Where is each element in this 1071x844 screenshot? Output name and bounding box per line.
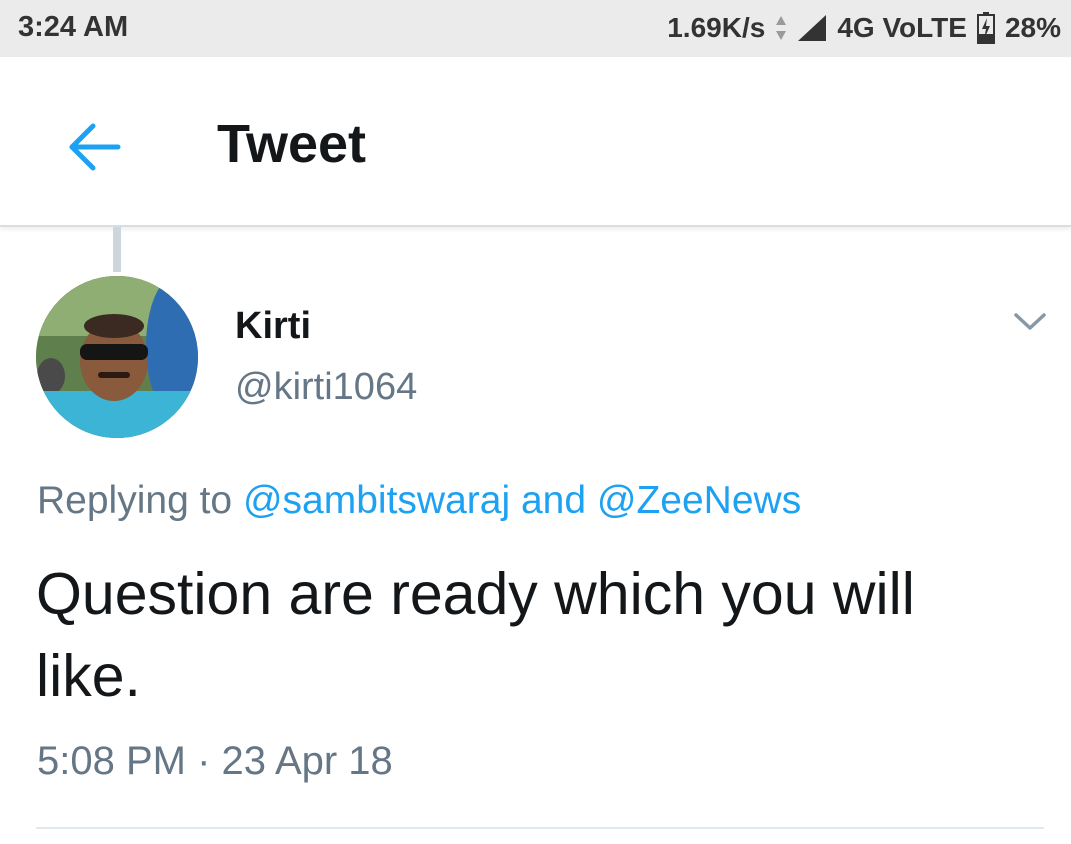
status-indicators: 1.69K/s 4G VoLTE 28%	[657, 11, 1061, 45]
signal-icon	[797, 14, 827, 42]
network-type: 4G VoLTE	[837, 12, 967, 43]
data-activity-icon	[775, 15, 787, 41]
tweet-options-button[interactable]	[1008, 300, 1052, 344]
meta-separator: ·	[197, 739, 211, 783]
reply-context: Replying to @sambitswaraj and @ZeeNews	[37, 479, 801, 523]
app-bar: Tweet	[0, 57, 1071, 227]
divider	[36, 827, 1044, 829]
mention-link-sambitswaraj[interactable]: @sambitswaraj	[243, 479, 510, 522]
back-button[interactable]	[52, 107, 132, 187]
author-handle[interactable]: @kirti1064	[235, 366, 417, 409]
arrow-left-icon	[69, 123, 121, 171]
thread-connector-line	[113, 227, 121, 272]
tweet-date: 23 Apr 18	[221, 739, 393, 783]
status-bar: 3:24 AM 1.69K/s 4G VoLTE 28%	[0, 0, 1071, 57]
battery-charging-icon	[976, 12, 995, 44]
replying-prefix: Replying to	[37, 479, 233, 522]
tweet-text: Question are ready which you will like.	[36, 561, 915, 709]
avatar[interactable]	[36, 276, 198, 438]
page-title: Tweet	[217, 114, 367, 174]
tweet-timestamp[interactable]: 5:08 PM · 23 Apr 18	[37, 739, 393, 784]
tweet-time: 5:08 PM	[37, 739, 186, 783]
net-speed: 1.69K/s	[667, 12, 766, 43]
author-name[interactable]: Kirti	[235, 305, 311, 348]
reply-joiner[interactable]: and	[521, 479, 586, 522]
battery-percent: 28%	[1004, 12, 1061, 43]
mention-link-zeenews[interactable]: @ZeeNews	[597, 479, 801, 522]
status-time: 3:24 AM	[18, 11, 129, 43]
chevron-down-icon	[1014, 313, 1046, 330]
